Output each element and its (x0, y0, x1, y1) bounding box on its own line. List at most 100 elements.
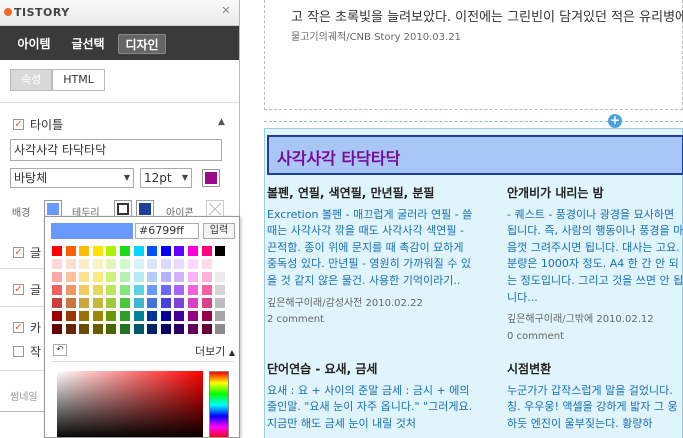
palette-swatch[interactable] (159, 323, 172, 335)
palette-swatch[interactable] (159, 245, 172, 257)
saturation-value-field[interactable] (57, 371, 203, 437)
palette-swatch[interactable] (119, 323, 131, 335)
palette-swatch[interactable] (200, 271, 213, 283)
palette-swatch[interactable] (132, 310, 145, 322)
color-picker-popup[interactable]: #6799ff 입력 ↶ 더보기 ▲ (44, 216, 240, 438)
palette-swatch[interactable] (214, 297, 227, 309)
palette-swatch[interactable] (132, 258, 145, 270)
palette-swatch[interactable] (146, 323, 159, 335)
palette-swatch[interactable] (173, 245, 186, 257)
tab-properties[interactable]: 속성 (10, 69, 53, 91)
palette-swatch[interactable] (119, 284, 131, 296)
tab-items[interactable]: 아이템 (10, 34, 58, 54)
post-title[interactable]: 시점변환 (507, 361, 683, 378)
post-title[interactable]: 안개비가 내리는 밤 (507, 185, 683, 202)
hex-input[interactable]: #6799ff (135, 223, 199, 239)
palette-swatch[interactable] (51, 310, 63, 322)
close-icon[interactable]: ✕ (219, 4, 233, 18)
palette-swatch[interactable] (78, 245, 91, 257)
palette-swatch[interactable] (91, 271, 104, 283)
palette-swatch[interactable] (214, 284, 227, 296)
palette-swatch[interactable] (51, 284, 63, 296)
palette-swatch[interactable] (64, 245, 77, 257)
palette-swatch[interactable] (146, 258, 159, 270)
post-comment-count[interactable]: 2 comment (267, 312, 477, 329)
palette-swatch[interactable] (119, 271, 131, 283)
palette-swatch[interactable] (214, 323, 227, 335)
palette-swatch[interactable] (91, 297, 104, 309)
palette-swatch[interactable] (132, 297, 145, 309)
palette-swatch[interactable] (187, 323, 199, 335)
collapse-icon[interactable]: ▲ (218, 117, 225, 127)
palette-swatch[interactable] (64, 323, 77, 335)
palette-swatch[interactable] (214, 245, 227, 257)
post-item[interactable]: 시점변환 누군가가 갑작스럽게 말을 걸었니다. 칭. 우우웅! 액셀을 강하게… (507, 361, 683, 432)
palette-swatch[interactable] (214, 258, 227, 270)
palette-swatch[interactable] (64, 310, 77, 322)
post-item[interactable]: 안개비가 내리는 밤 - 퀘스트 - 풍경이나 광경을 묘사하면 됩니다. 즉,… (507, 185, 683, 345)
palette-swatch[interactable] (91, 284, 104, 296)
palette-swatch[interactable] (146, 245, 159, 257)
palette-swatch[interactable] (119, 258, 131, 270)
palette-swatch[interactable] (159, 284, 172, 296)
palette-swatch[interactable] (91, 258, 104, 270)
palette-swatch[interactable] (119, 310, 131, 322)
palette-swatch[interactable] (91, 310, 104, 322)
palette-swatch[interactable] (187, 245, 199, 257)
palette-swatch[interactable] (78, 258, 91, 270)
post-item[interactable]: 볼펜, 연필, 색연필, 만년필, 분필 Excretion 볼펜 - 매끄럽게… (267, 185, 477, 329)
palette-swatch[interactable] (78, 310, 91, 322)
palette-swatch[interactable] (64, 258, 77, 270)
more-colors-toggle[interactable]: 더보기 ▲ (195, 343, 235, 359)
palette-swatch[interactable] (173, 310, 186, 322)
palette-swatch[interactable] (78, 271, 91, 283)
palette-swatch[interactable] (187, 297, 199, 309)
palette-swatch[interactable] (51, 297, 63, 309)
palette-swatch[interactable] (91, 245, 104, 257)
palette-swatch[interactable] (159, 310, 172, 322)
palette-swatch[interactable] (173, 271, 186, 283)
palette-swatch[interactable] (159, 271, 172, 283)
palette-swatch[interactable] (105, 310, 118, 322)
widget-title-box[interactable]: 사각사각 타닥타닥 (267, 135, 683, 175)
palette-swatch[interactable] (132, 271, 145, 283)
palette-swatch[interactable] (187, 284, 199, 296)
palette-swatch[interactable] (105, 323, 118, 335)
post-title[interactable]: 볼펜, 연필, 색연필, 만년필, 분필 (267, 185, 477, 202)
palette-swatch[interactable] (173, 258, 186, 270)
add-widget-icon[interactable]: + (608, 114, 622, 128)
section-checkbox[interactable]: ✓ (13, 284, 24, 295)
palette-swatch[interactable] (132, 245, 145, 257)
font-color-button[interactable] (202, 169, 220, 187)
palette-swatch[interactable] (173, 323, 186, 335)
palette-swatch[interactable] (187, 310, 199, 322)
palette-swatch[interactable] (64, 271, 77, 283)
palette-swatch[interactable] (51, 271, 63, 283)
palette-swatch[interactable] (146, 284, 159, 296)
palette-swatch[interactable] (64, 297, 77, 309)
palette-swatch[interactable] (119, 297, 131, 309)
palette-swatch[interactable] (146, 297, 159, 309)
section-checkbox[interactable]: ✓ (13, 322, 24, 333)
palette-swatch[interactable] (105, 258, 118, 270)
palette-swatch[interactable] (187, 271, 199, 283)
post-comment-count[interactable]: 0 comment (507, 329, 683, 346)
palette-swatch[interactable] (187, 258, 199, 270)
title-widget[interactable]: 사각사각 타닥타닥 볼펜, 연필, 색연필, 만년필, 분필 Excretion… (264, 128, 683, 438)
font-family-select[interactable]: 바탕체 ▼ (10, 168, 134, 188)
section-checkbox[interactable]: ✓ (13, 346, 24, 357)
font-size-select[interactable]: 12pt ▼ (140, 168, 192, 188)
section-checkbox[interactable]: ✓ (13, 247, 24, 258)
palette-swatch[interactable] (214, 310, 227, 322)
palette-swatch[interactable] (200, 258, 213, 270)
palette-swatch[interactable] (64, 284, 77, 296)
palette-swatch[interactable] (132, 323, 145, 335)
palette-swatch[interactable] (78, 284, 91, 296)
palette-swatch[interactable] (51, 323, 63, 335)
palette-swatch[interactable] (119, 245, 131, 257)
palette-swatch[interactable] (51, 258, 63, 270)
tab-design[interactable]: 디자인 (118, 34, 166, 54)
palette-swatch[interactable] (146, 310, 159, 322)
palette-swatch[interactable] (146, 271, 159, 283)
tab-html[interactable]: HTML (52, 69, 105, 91)
